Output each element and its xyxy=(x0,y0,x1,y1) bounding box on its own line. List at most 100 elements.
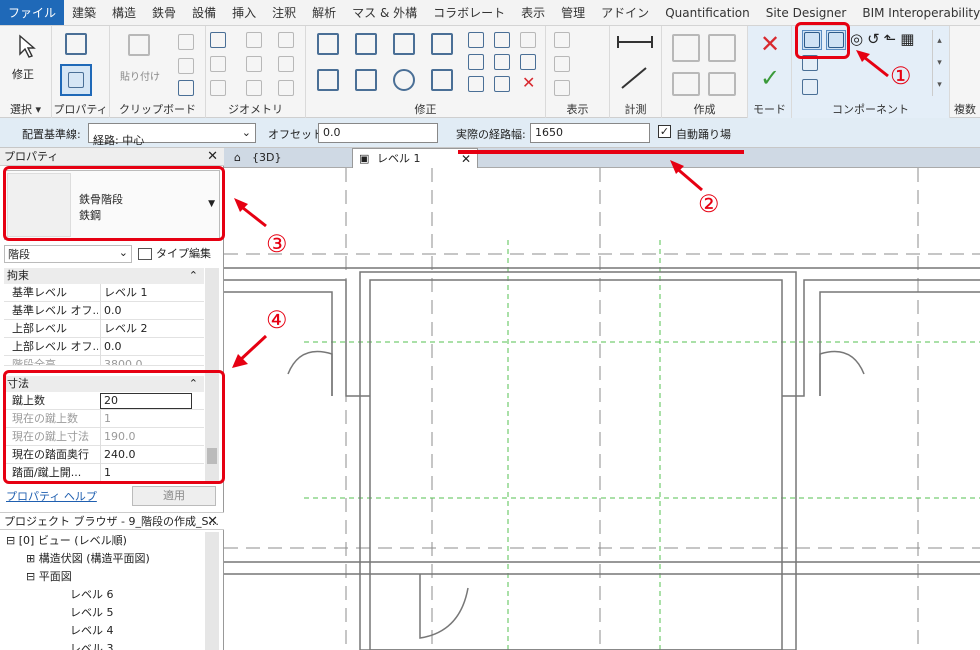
panel-select-title[interactable]: 選択 ▾ xyxy=(0,101,51,117)
tree-floor-plans[interactable]: ⊟ 平面図 xyxy=(26,568,72,584)
cancel-edit-button[interactable]: ✕ xyxy=(760,32,782,56)
menu-massing[interactable]: マス & 外構 xyxy=(344,0,425,25)
prop-label: 基準レベル xyxy=(12,286,67,299)
panel-measure: 計測 xyxy=(610,26,662,118)
split-gap-icon xyxy=(494,32,510,48)
mirror-axis-button[interactable] xyxy=(388,28,422,62)
prop-row[interactable]: 基準レベル レベル 1 xyxy=(4,284,204,302)
type-properties-button[interactable] xyxy=(62,30,92,60)
menu-collaborate[interactable]: コラボレート xyxy=(425,0,513,25)
section-constraints[interactable]: 拘束 ⌃ xyxy=(4,268,204,284)
join-icon xyxy=(246,32,262,48)
properties-toggle-button[interactable] xyxy=(60,64,92,96)
collapse-tree-icon: ⊟ xyxy=(26,570,36,583)
run-width-field[interactable]: 1650 xyxy=(530,123,650,143)
door-swing-bottom xyxy=(419,574,469,639)
prop-row[interactable]: 基準レベル オフ... 0.0 xyxy=(4,302,204,320)
category-select[interactable]: 階段 ⌄ xyxy=(4,245,132,263)
tree-level-4[interactable]: レベル 4 xyxy=(70,622,114,638)
tab-3d[interactable]: ⌂ {3D} xyxy=(228,148,348,168)
modify-small-row-3[interactable]: ✕ xyxy=(466,73,542,94)
auto-landing-checkbox[interactable]: ✓ xyxy=(658,125,671,138)
cut-button[interactable] xyxy=(176,32,196,52)
tree-structural-plans[interactable]: ⊞ 構造伏図 (構造平面図) xyxy=(26,550,150,566)
trim-button[interactable] xyxy=(426,64,460,98)
copy-button[interactable] xyxy=(176,56,196,76)
prop-row[interactable]: 上部レベル レベル 2 xyxy=(4,320,204,338)
menu-addins[interactable]: アドイン xyxy=(593,0,657,25)
offset-field[interactable]: 0.0 xyxy=(318,123,438,143)
mirror-draw-button[interactable] xyxy=(426,28,460,62)
door-swing-left xyxy=(287,350,333,396)
rotate-button[interactable] xyxy=(388,64,422,98)
offset-button[interactable] xyxy=(350,28,384,62)
tree-level-3[interactable]: レベル 3 xyxy=(70,640,114,650)
cut-geometry-icon xyxy=(210,56,226,72)
wall-join-icon xyxy=(278,32,294,48)
measure-button[interactable] xyxy=(614,32,658,58)
menu-file[interactable]: ファイル xyxy=(0,0,65,25)
finish-edit-button[interactable]: ✓ xyxy=(760,66,782,90)
edit-type-icon xyxy=(138,248,152,260)
cursor-icon xyxy=(19,34,36,58)
menu-architecture[interactable]: 建築 xyxy=(64,0,104,25)
split-icon xyxy=(468,32,484,48)
menu-analyze[interactable]: 解析 xyxy=(304,0,344,25)
dimension-button[interactable] xyxy=(614,64,658,94)
floor-plan-icon: ▣ xyxy=(359,152,370,165)
drawing-canvas[interactable] xyxy=(224,168,980,650)
menu-bim-interop[interactable]: BIM Interoperability Tools xyxy=(854,0,980,25)
location-line-select[interactable]: 経路: 中心 ⌄ xyxy=(88,123,256,147)
component-shapes[interactable]: ◎↺⬑▦ xyxy=(850,30,936,50)
menu-annotate[interactable]: 注釈 xyxy=(264,0,304,25)
hide-icon xyxy=(554,32,570,48)
move-icon xyxy=(317,69,339,91)
delete-icon: ✕ xyxy=(522,73,536,92)
paste-icon xyxy=(128,34,150,56)
properties-help-link[interactable]: プロパティ ヘルプ xyxy=(6,488,97,504)
create-row-1[interactable] xyxy=(670,30,740,66)
tree-level-5[interactable]: レベル 5 xyxy=(70,604,114,620)
tree-views[interactable]: ⊟ [0] ビュー (レベル順) xyxy=(6,532,127,548)
create-row-2[interactable] xyxy=(670,68,740,102)
paste-button[interactable]: 貼り付け xyxy=(120,30,160,90)
move-button[interactable] xyxy=(312,64,346,98)
menu-steel[interactable]: 鉄骨 xyxy=(144,0,184,25)
prop-row: 階段全高 3800.0 xyxy=(4,356,204,366)
browser-scrollbar[interactable] xyxy=(205,532,219,650)
view-buttons[interactable] xyxy=(552,30,602,100)
align-button[interactable] xyxy=(312,28,346,62)
copy-element-icon xyxy=(355,69,377,91)
apply-button[interactable]: 適用 xyxy=(132,486,216,506)
modify-small-row-2[interactable] xyxy=(466,52,542,72)
close-icon[interactable]: ✕ xyxy=(207,513,218,531)
close-icon[interactable]: ✕ xyxy=(207,148,218,166)
pin-icon xyxy=(520,54,536,70)
sketch-button[interactable] xyxy=(802,78,822,98)
copy-element-button[interactable] xyxy=(350,64,384,98)
match-properties-button[interactable] xyxy=(176,78,196,98)
menu-structure[interactable]: 構造 xyxy=(104,0,144,25)
menu-manage[interactable]: 管理 xyxy=(553,0,593,25)
tree-level-6[interactable]: レベル 6 xyxy=(70,586,114,602)
component-scroll[interactable]: ▴ ▾ ▾ xyxy=(932,30,946,96)
menu-view[interactable]: 表示 xyxy=(513,0,553,25)
mirror-axis-icon xyxy=(393,33,415,55)
prop-label: 階段全高 xyxy=(12,358,56,366)
geometry-row-1[interactable] xyxy=(208,30,304,52)
geometry-row-3[interactable] xyxy=(208,78,304,100)
menu-systems[interactable]: 設備 xyxy=(184,0,224,25)
panel-properties: プロパティ xyxy=(52,26,110,118)
geometry-row-2[interactable] xyxy=(208,54,304,76)
prop-row[interactable]: 上部レベル オフ... 0.0 xyxy=(4,338,204,356)
split-face-icon xyxy=(246,56,262,72)
panel-geometry-title: ジオメトリ xyxy=(228,103,283,116)
cut-icon xyxy=(178,34,194,50)
edit-type-button[interactable]: タイプ編集 xyxy=(138,245,218,263)
modify-small-row-1[interactable] xyxy=(466,30,542,50)
panel-clipboard: 貼り付け クリップボード xyxy=(110,26,206,118)
modify-button[interactable]: 修正 xyxy=(12,32,38,88)
menu-insert[interactable]: 挿入 xyxy=(224,0,264,25)
menu-quantification[interactable]: Quantification xyxy=(657,0,758,25)
panel-view: 表示 xyxy=(546,26,610,118)
